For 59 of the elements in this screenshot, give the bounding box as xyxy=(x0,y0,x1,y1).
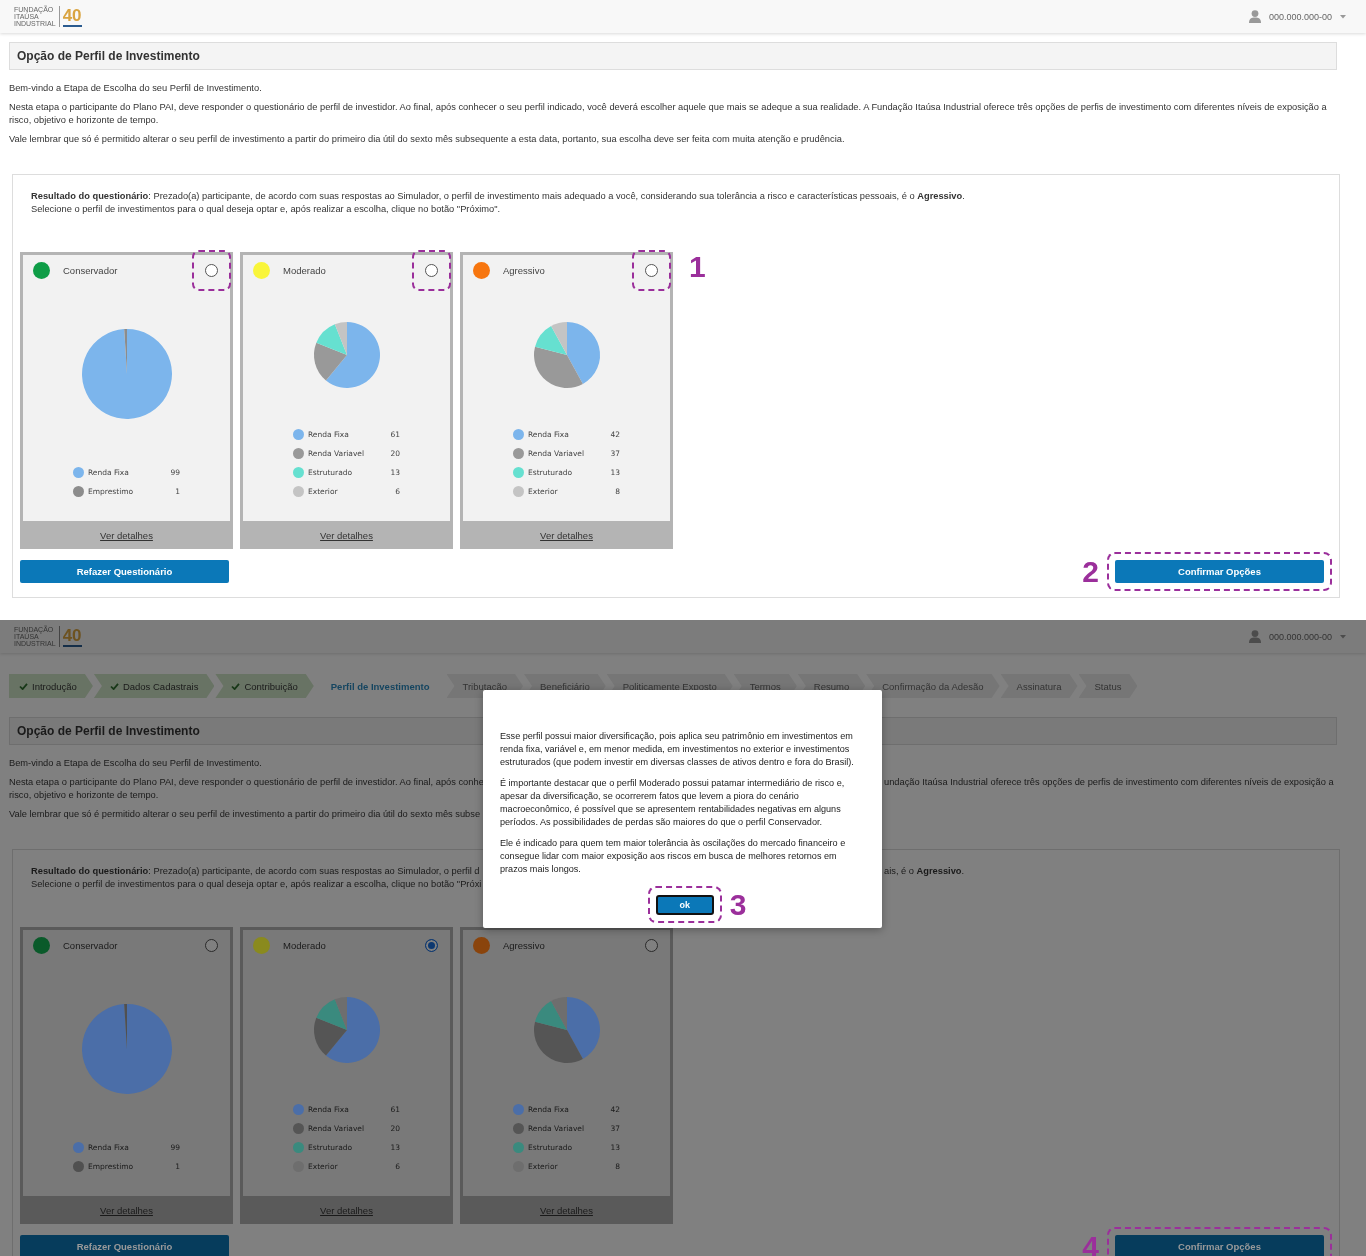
confirm-button[interactable]: Confirmar Opções xyxy=(1115,560,1324,583)
details-link[interactable]: Ver detalhes xyxy=(540,529,593,541)
logo-badge: 40 xyxy=(62,6,82,27)
user-id[interactable]: 000.000.000-00 xyxy=(1268,631,1332,642)
wizard-step[interactable]: Contribuição xyxy=(215,674,314,698)
profile-name: Moderado xyxy=(283,939,327,951)
details-link[interactable]: Ver detalhes xyxy=(320,529,373,541)
intro-text: risco, objetivo e horizonte de tempo. xyxy=(9,789,160,802)
confirm-button[interactable]: Confirmar Opções xyxy=(1115,1235,1324,1256)
profile-name: Conservador xyxy=(63,264,119,276)
wizard-step[interactable]: Status xyxy=(1078,674,1138,698)
radio-button[interactable] xyxy=(425,263,438,277)
radio-button[interactable] xyxy=(645,263,658,277)
result-text: ais, é o Agressivo. xyxy=(884,865,965,878)
annotation-number: 2 xyxy=(1082,556,1099,587)
check-icon xyxy=(19,682,28,690)
ok-button[interactable]: ok xyxy=(655,895,714,915)
intro-text: Nesta etapa o participante do Plano PAI, deve responder o questionário de perfil de investidor. Ao final, após conhe xyxy=(9,776,483,789)
radio-button[interactable] xyxy=(645,938,658,952)
user-icon xyxy=(1248,10,1261,23)
modal-text: Ele é indicado para quem tem maior tolerância às oscilações do mercado financeiro e consegue lidar com maior exposição aos riscos em busca de melhores retornos em prazos mais longos. xyxy=(500,837,847,876)
profile-name: Agressivo xyxy=(503,264,546,276)
radio-button[interactable] xyxy=(425,938,438,952)
check-icon xyxy=(109,682,119,690)
annotation-number: 4 xyxy=(1082,1231,1099,1256)
annotation-number: 3 xyxy=(729,889,747,920)
radio-button[interactable] xyxy=(205,263,218,277)
user-id[interactable]: 000.000.000-00 xyxy=(1268,11,1332,22)
check-icon xyxy=(231,682,241,690)
intro-text: undação Itaúsa Industrial oferece três opções de perfis de investimento com diferentes níveis de exposição a xyxy=(884,776,1334,789)
result-text: Resultado do questionário: Prezado(a) participante, de acordo com suas respostas ao Simulador, o perfil d xyxy=(31,865,481,878)
caret-icon[interactable] xyxy=(1340,634,1346,639)
intro-text: Vale lembrar que só é permitido alterar o seu perfil de investimento a partir do primeiro dia útil do sexto mês subse xyxy=(9,808,482,821)
section-title: Opção de Perfil de Investimento xyxy=(17,49,200,63)
redo-button[interactable]: Refazer Questionário xyxy=(20,560,229,583)
profile-name: Moderado xyxy=(283,264,327,276)
result-text: Selecione o perfil de investimentos para o qual deseja optar e, após realizar a escolha, clique no botão "Próximo". xyxy=(31,203,501,216)
intro-paragraph: Vale lembrar que só é permitido alterar o seu perfil de investimento a partir do primeiro dia útil do sexto mês subsequente a esta data, portanto, sua escolha deve ser feita com muita atenção e prudência. xyxy=(9,133,846,146)
wizard-step[interactable]: Introdução xyxy=(9,674,93,698)
logo-badge: 40 xyxy=(62,626,82,647)
user-icon xyxy=(1248,630,1261,643)
profile-name: Agressivo xyxy=(503,939,546,951)
section-title: Opção de Perfil de Investimento xyxy=(17,724,200,738)
modal-text: É importante destacar que o perfil Moderado possui patamar intermediário de risco e, apesar da diversificação, se ocorrerem fatos que levem a piora do cenário macroeconômico, é possível que se apresentem rentabilidades negativas em alguns períodos. As possibilidades de perdas são maiores do que o perfil Conservador. xyxy=(500,777,846,829)
wizard-step[interactable]: Dados Cadastrais xyxy=(93,674,215,698)
result-text: Resultado do questionário: Prezado(a) participante, de acordo com suas respostas ao Simulador, o perfil de investimento mais adequado a você, considerando sua tolerância a risco e características pessoais, é o Agressivo. xyxy=(31,190,965,203)
result-text: Selecione o perfil de investimentos para o qual deseja optar e, após realizar a escolha, clique no botão "Próxi xyxy=(31,878,483,891)
redo-button[interactable]: Refazer Questionário xyxy=(20,1235,229,1256)
intro-text: Bem-vindo a Etapa de Escolha do seu Perfil de Investimento. xyxy=(9,757,263,770)
caret-icon[interactable] xyxy=(1340,14,1346,19)
details-link[interactable]: Ver detalhes xyxy=(100,529,153,541)
profile-name: Conservador xyxy=(63,939,119,951)
wizard-step[interactable]: Confirmação da Adesão xyxy=(866,674,1000,698)
radio-button[interactable] xyxy=(205,938,218,952)
modal-text: Esse perfil possui maior diversificação, pois aplica seu patrimônio em investimentos em renda fixa, variável e, em menor medida, em investimentos no exterior e investimentos estruturados (que podem investir em diversas classes de ativos dentro e fora do Brasil). xyxy=(500,730,855,769)
intro-paragraph: Nesta etapa o participante do Plano PAI, deve responder o questionário de perfil de investidor. Ao final, após conhecer o seu perfil indicado, você deverá escolher aquele que mais se adeque a sua realidade. A Fundação Itaúsa Industrial oferece três opções de perfis de investimento com diferentes níveis de exposição a risco, objetivo e horizonte de tempo. xyxy=(9,101,1328,127)
annotation-number: 1 xyxy=(689,252,706,282)
intro-paragraph: Bem-vindo a Etapa de Escolha do seu Perfil de Investimento. xyxy=(9,82,263,95)
wizard-step[interactable]: Assinatura xyxy=(1000,674,1078,698)
